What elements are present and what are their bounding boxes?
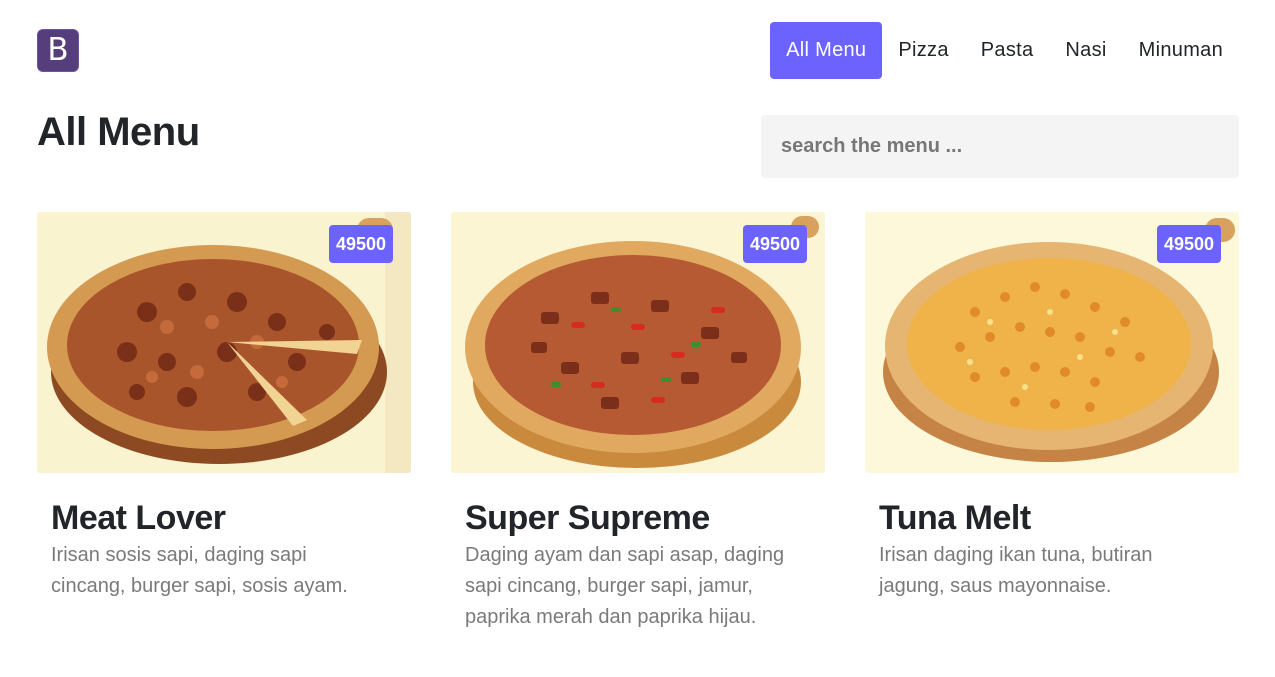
menu-item-name: Meat Lover [51, 499, 226, 537]
page-title: All Menu [37, 110, 200, 154]
price-badge: 49500 [328, 225, 393, 263]
menu-card-image: 49500 [37, 212, 411, 473]
menu-card-image: 49500 [451, 212, 825, 473]
price-badge: 49500 [1156, 225, 1221, 263]
menu-card[interactable]: 49500 Super Supreme Daging ayam dan sapi… [451, 212, 825, 633]
nav-item-nasi[interactable]: Nasi [1049, 22, 1122, 79]
menu-card-image: 49500 [865, 212, 1239, 473]
price-badge: 49500 [742, 225, 807, 263]
menu-item-description: Irisan daging ikan tuna, butiran jagung,… [879, 544, 1153, 598]
nav-item-all-menu[interactable]: All Menu [770, 22, 883, 79]
main-nav: All Menu Pizza Pasta Nasi Minuman [770, 22, 1239, 79]
menu-card[interactable]: 49500 Meat Lover Irisan sosis sapi, dagi… [37, 212, 411, 633]
nav-item-pizza[interactable]: Pizza [882, 22, 964, 79]
menu-item-description: Irisan sosis sapi, daging sapi cincang, … [51, 544, 348, 598]
menu-card[interactable]: 49500 Tuna Melt Irisan daging ikan tuna,… [865, 212, 1239, 633]
brand-logo-letter: B [47, 31, 69, 68]
nav-item-pasta[interactable]: Pasta [965, 22, 1050, 79]
menu-item-name: Super Supreme [465, 499, 710, 537]
menu-card-body: Tuna Melt Irisan daging ikan tuna, butir… [865, 473, 1239, 602]
menu-item-name: Tuna Melt [879, 499, 1031, 537]
menu-card-body: Meat Lover Irisan sosis sapi, daging sap… [37, 473, 411, 602]
search-input[interactable] [761, 115, 1239, 178]
menu-item-description: Daging ayam dan sapi asap, daging sapi c… [465, 544, 785, 629]
menu-card-body: Super Supreme Daging ayam dan sapi asap,… [451, 473, 825, 633]
nav-item-minuman[interactable]: Minuman [1123, 22, 1239, 79]
brand-logo[interactable]: B [37, 29, 79, 72]
menu-card-list: 49500 Meat Lover Irisan sosis sapi, dagi… [37, 212, 1239, 633]
